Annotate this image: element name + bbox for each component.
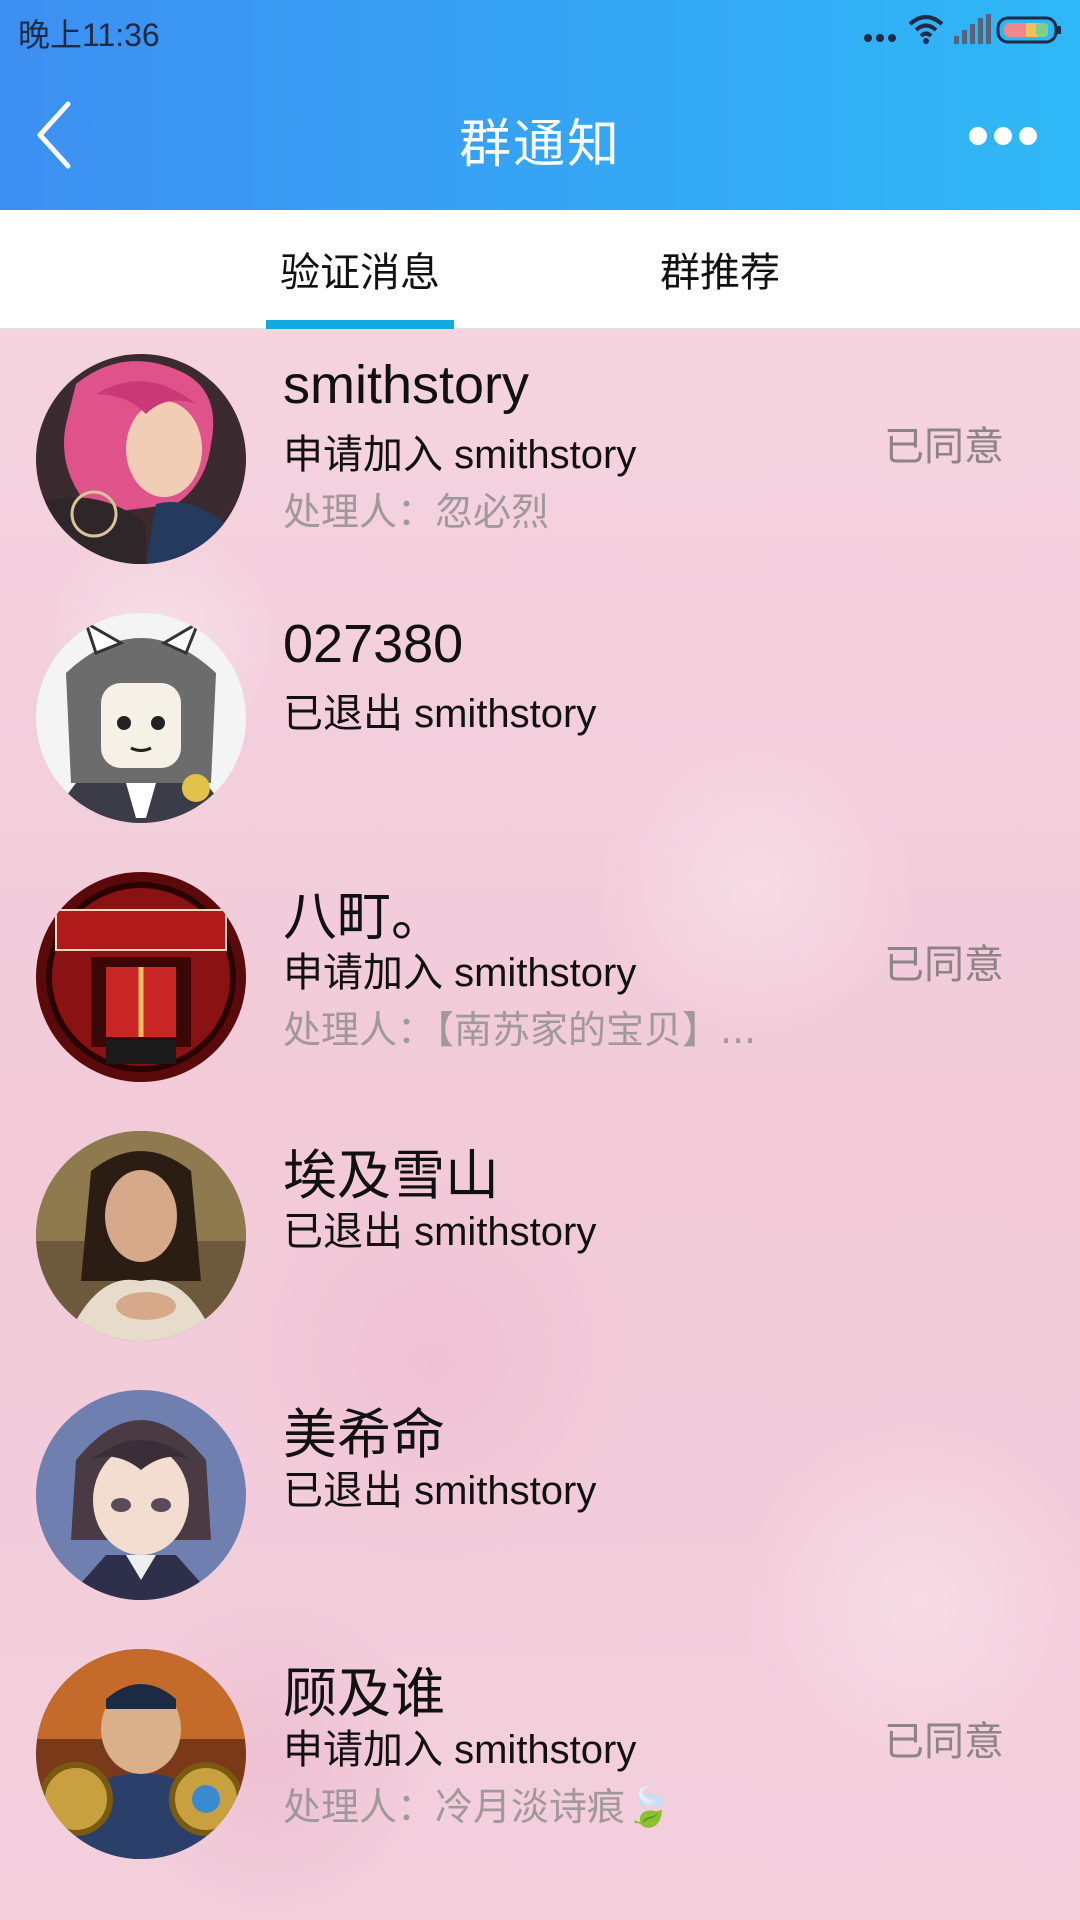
tab-verify-messages[interactable]: 验证消息 (266, 210, 454, 328)
list-item[interactable]: 埃及雪山 已退出 smithstory (0, 1106, 1080, 1365)
avatar[interactable] (36, 1390, 246, 1600)
notification-action: 已退出 smithstory (283, 1469, 597, 1513)
battery-icon (996, 16, 1061, 44)
avatar[interactable] (36, 613, 246, 823)
more-button[interactable] (948, 116, 1058, 156)
notification-action: 申请加入 smithstory (283, 951, 637, 995)
handler-text: 处理人：【南苏家的宝贝】... (283, 1008, 757, 1052)
status-icons (862, 12, 1062, 48)
list-item[interactable]: 美希命 已退出 smithstory (0, 1365, 1080, 1624)
list-item[interactable]: 027380 已退出 smithstory (0, 588, 1080, 847)
handler-text: 处理人：忽必烈 (283, 490, 550, 534)
status-text: 已同意 (884, 942, 1004, 988)
notification-action: 申请加入 smithstory (283, 433, 637, 477)
avatar[interactable] (36, 354, 246, 564)
list-item[interactable]: 顾及谁 申请加入 smithstory 处理人：冷月淡诗痕🍃 已同意 (0, 1624, 1080, 1883)
anime-girl-avatar-image (36, 1390, 246, 1600)
member-name: smithstory (283, 355, 530, 415)
member-name: 027380 (283, 614, 464, 674)
notification-action: 已退出 smithstory (283, 1210, 597, 1254)
handler-text: 处理人：冷月淡诗痕🍃 (283, 1785, 673, 1829)
more-dots-icon (969, 127, 1037, 145)
tab-bar: 验证消息 群推荐 (0, 210, 1080, 329)
notification-action: 已退出 smithstory (283, 692, 597, 736)
status-bar: 晚上11:36 (0, 0, 1080, 60)
list-item[interactable]: 八町。 申请加入 smithstory 处理人：【南苏家的宝贝】... 已同意 (0, 847, 1080, 1106)
sketch-character-avatar-image (36, 613, 246, 823)
list-item[interactable]: smithstory 申请加入 smithstory 处理人：忽必烈 已同意 (0, 329, 1080, 588)
header-bar: 晚上11:36 群通知 (0, 0, 1080, 210)
title-row: 群通知 (0, 60, 1080, 210)
screen: 晚上11:36 群通知 验证消息 群推荐 smithstory 申请加入 smi… (0, 0, 1080, 1920)
avatar[interactable] (36, 1649, 246, 1859)
page-title: 群通知 (458, 115, 621, 175)
notification-list[interactable]: smithstory 申请加入 smithstory 处理人：忽必烈 已同意 0… (0, 329, 1080, 1920)
active-tab-indicator (266, 320, 454, 329)
armored-warrior-avatar-image (36, 1649, 246, 1859)
avatar[interactable] (36, 872, 246, 1082)
anime-pink-hair-avatar-image (36, 354, 246, 564)
status-text: 已同意 (884, 424, 1004, 470)
avatar[interactable] (36, 1131, 246, 1341)
woman-portrait-avatar-image (36, 1131, 246, 1341)
cell-signal-icon (954, 14, 991, 44)
status-text: 已同意 (884, 1719, 1004, 1765)
notification-action: 申请加入 smithstory (283, 1728, 637, 1772)
wifi-icon (908, 15, 944, 44)
bourbon-street-badge-avatar-image (36, 872, 246, 1082)
signal-dots-icon (864, 34, 896, 42)
status-time: 晚上11:36 (18, 17, 160, 53)
tab-group-recommend[interactable]: 群推荐 (630, 210, 810, 328)
